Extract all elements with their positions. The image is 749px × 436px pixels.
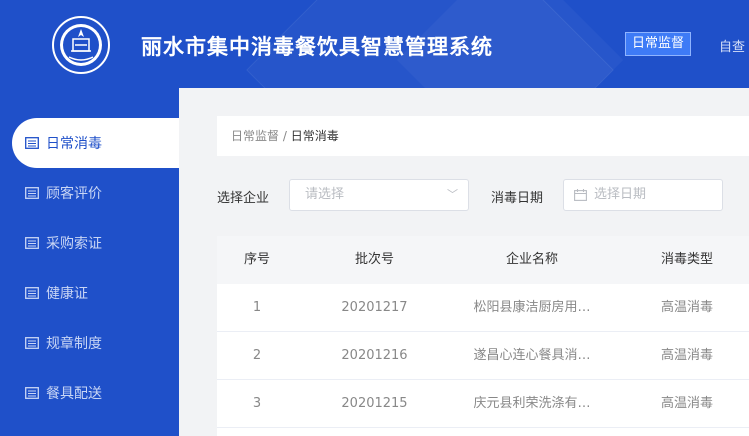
sidebar-item-purchase-certificate[interactable]: 采购索证 bbox=[0, 218, 179, 268]
sidebar-item-daily-disinfection[interactable]: 日常消毒 bbox=[12, 118, 182, 168]
nav-tab-self-inspection[interactable]: 自查 bbox=[719, 36, 745, 55]
cell-index: 1 bbox=[252, 300, 262, 315]
cell-company: 遂昌心连心餐具消… bbox=[473, 348, 591, 363]
column-header-batch: 批次号 bbox=[354, 252, 394, 267]
cell-type: 高温消毒 bbox=[660, 300, 713, 315]
table-header: 序号 批次号 企业名称 消毒类型 bbox=[217, 236, 749, 284]
date-picker[interactable]: 选择日期 bbox=[563, 179, 723, 211]
table-row[interactable]: 2 20201216 遂昌心连心餐具消… 高温消毒 bbox=[217, 332, 749, 380]
cell-type: 高温消毒 bbox=[660, 396, 713, 411]
column-header-type: 消毒类型 bbox=[660, 252, 713, 267]
nav-tab-daily-supervision[interactable]: 日常监督 bbox=[625, 32, 692, 56]
column-header-company: 企业名称 bbox=[505, 252, 558, 267]
list-icon bbox=[25, 187, 39, 199]
date-filter-label: 消毒日期 bbox=[491, 191, 544, 206]
sidebar-item-label: 日常消毒 bbox=[46, 136, 102, 152]
sidebar-item-label: 采购索证 bbox=[46, 236, 102, 252]
list-icon bbox=[25, 137, 39, 149]
company-select-placeholder: 请选择 bbox=[305, 187, 345, 202]
disinfection-table: 序号 批次号 企业名称 消毒类型 1 20201217 松阳县康洁厨房用… 高温… bbox=[217, 236, 749, 436]
sidebar-item-label: 顾客评价 bbox=[46, 186, 102, 202]
breadcrumb-separator: / bbox=[282, 129, 287, 143]
sidebar-item-customer-review[interactable]: 顾客评价 bbox=[0, 168, 179, 218]
main-content: 日常监督 / 日常消毒 选择企业 请选择 ﹀ 消毒日期 选择日期 序号 批次号 … bbox=[179, 88, 749, 436]
cell-batch: 20201215 bbox=[341, 396, 408, 411]
list-icon bbox=[25, 387, 39, 399]
cell-index: 2 bbox=[252, 348, 262, 363]
sidebar-item-tableware-delivery[interactable]: 餐具配送 bbox=[0, 368, 179, 418]
cell-batch: 20201217 bbox=[341, 300, 408, 315]
sidebar-item-label: 规章制度 bbox=[46, 336, 102, 352]
sidebar: 日常消毒 顾客评价 采购索证 健康证 规章制度 餐具配送 bbox=[0, 88, 182, 436]
cell-batch: 20201216 bbox=[341, 348, 408, 363]
date-picker-placeholder: 选择日期 bbox=[594, 187, 647, 202]
cell-type: 高温消毒 bbox=[660, 348, 713, 363]
company-select[interactable]: 请选择 ﹀ bbox=[289, 179, 469, 211]
sidebar-item-regulations[interactable]: 规章制度 bbox=[0, 318, 179, 368]
list-icon bbox=[25, 237, 39, 249]
column-header-index: 序号 bbox=[243, 252, 270, 267]
company-filter-label: 选择企业 bbox=[217, 191, 270, 206]
chevron-down-icon: ﹀ bbox=[447, 188, 458, 201]
cell-company: 松阳县康洁厨房用… bbox=[473, 300, 591, 315]
cell-index: 3 bbox=[252, 396, 262, 411]
health-commission-logo-icon bbox=[52, 16, 110, 74]
top-header: 丽水市集中消毒餐饮具智慧管理系统 日常监督 自查 bbox=[0, 0, 749, 88]
cell-company: 庆元县利荣洗涤有… bbox=[473, 396, 591, 411]
breadcrumb: 日常监督 / 日常消毒 bbox=[217, 116, 749, 156]
sidebar-item-health-certificate[interactable]: 健康证 bbox=[0, 268, 179, 318]
list-icon bbox=[25, 337, 39, 349]
app-title: 丽水市集中消毒餐饮具智慧管理系统 bbox=[141, 35, 493, 59]
sidebar-item-label: 健康证 bbox=[46, 286, 88, 302]
breadcrumb-current: 日常消毒 bbox=[290, 129, 339, 143]
table-row[interactable]: 1 20201217 松阳县康洁厨房用… 高温消毒 bbox=[217, 284, 749, 332]
calendar-icon bbox=[574, 189, 587, 201]
filter-bar: 选择企业 请选择 ﹀ 消毒日期 选择日期 bbox=[217, 176, 749, 216]
breadcrumb-parent[interactable]: 日常监督 bbox=[231, 129, 279, 143]
table-row[interactable]: 3 20201215 庆元县利荣洗涤有… 高温消毒 bbox=[217, 380, 749, 428]
sidebar-item-label: 餐具配送 bbox=[46, 386, 102, 402]
list-icon bbox=[25, 287, 39, 299]
